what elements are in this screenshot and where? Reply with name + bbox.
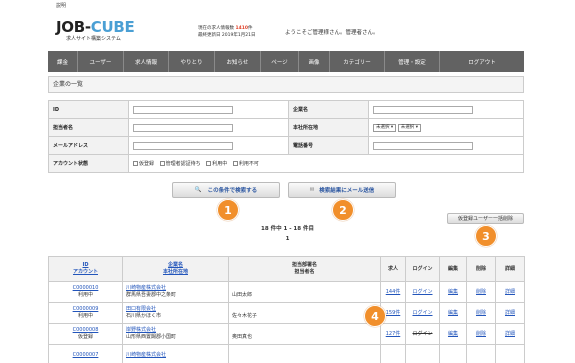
nav-pages[interactable]: ページ xyxy=(261,51,299,72)
nav-users[interactable]: ユーザー xyxy=(78,51,124,72)
row-company-link[interactable]: 岸野株式会社 xyxy=(126,327,156,333)
row-jobs-link[interactable]: 127件 xyxy=(386,331,401,337)
row-login-disabled: ログイン xyxy=(412,330,433,337)
person-input[interactable] xyxy=(133,123,233,132)
search-icon: 🔍 xyxy=(194,187,202,193)
row-delete-link[interactable]: 削除 xyxy=(476,289,486,295)
row-company-link[interactable]: 川崎物産株式会社 xyxy=(126,285,166,291)
table-row: C0000008 仮登録 岸野株式会社 山形県西置賜郡小国町 奥田真也 127件 ロ… xyxy=(48,323,525,345)
row-id-link[interactable]: C0000008 xyxy=(73,327,99,333)
row-edit-link[interactable]: 編集 xyxy=(448,289,458,295)
row-status: 利用中 xyxy=(77,292,93,298)
row-person: 奥田真也 xyxy=(228,323,381,345)
nav-categories[interactable]: カテゴリー xyxy=(330,51,385,72)
col-delete: 削除 xyxy=(466,256,496,282)
nav-jobs[interactable]: 求人情報 xyxy=(124,51,169,72)
row-company-link[interactable]: 田口有限会社 xyxy=(126,306,156,312)
person-label: 担当者名 xyxy=(48,118,129,137)
row-edit-link[interactable]: 編集 xyxy=(448,310,458,316)
row-delete-link[interactable]: 削除 xyxy=(476,331,486,337)
logo[interactable]: JOB-CUBE 求人サイト構築システム xyxy=(56,18,140,42)
job-count: 1410 xyxy=(235,26,248,31)
status-checkbox-disabled[interactable]: 利用不可 xyxy=(232,160,259,167)
id-label: ID xyxy=(48,100,129,119)
callout-badge-4: 4 xyxy=(364,305,386,327)
row-jobs-link[interactable]: 159件 xyxy=(386,310,401,316)
stats-panel: 現在の求人情報数 1410件 最終更新日 2019年1月21日 xyxy=(198,25,255,39)
email-input[interactable] xyxy=(133,141,233,150)
stats-label: 現在の求人情報数 xyxy=(198,26,234,31)
col-detail: 詳細 xyxy=(495,256,525,282)
row-jobs-link[interactable]: 144件 xyxy=(386,289,401,295)
location-select-2[interactable]: 未選択 ▾ xyxy=(397,123,421,132)
company-table: ID アカウント 企業名 本社所在地 担当部署名 担当者名 求人 ログイン 編集 削除… xyxy=(48,256,525,363)
bulk-delete-button[interactable]: 仮登録ユーザー一括削除 xyxy=(447,213,524,224)
row-detail-link[interactable]: 詳細 xyxy=(505,310,515,316)
search-form: ID 企業名 担当者名 本社所在地 未選択 ▾ 未選択 ▾ メールアドレス 電話… xyxy=(48,100,524,173)
row-company-link[interactable]: 川崎物産株式会社 xyxy=(126,352,166,358)
status-checkbox-pending[interactable]: 管理者認証待ち xyxy=(159,160,201,167)
table-row: C0000007 川崎物産株式会社 xyxy=(48,344,525,363)
row-detail-link[interactable]: 詳細 xyxy=(505,289,515,295)
id-input[interactable] xyxy=(133,105,233,114)
col-department: 担当部署名 担当者名 xyxy=(228,256,381,282)
page-tab-label: 説明 xyxy=(56,3,67,9)
result-count: 18 件中 1 - 18 件目 xyxy=(261,226,314,232)
section-title: 企業の一覧 xyxy=(48,76,524,93)
last-updated: 最終更新日 2019年1月21日 xyxy=(198,33,256,38)
row-address: 群馬県吾妻郡中之条町 xyxy=(126,292,177,298)
search-button[interactable]: 🔍 この条件で検索する xyxy=(172,182,280,198)
col-login: ログイン xyxy=(405,256,440,282)
nav-settings[interactable]: 管理・設定 xyxy=(385,51,440,72)
welcome-message: ようこそご管理様さん。管理者さん。 xyxy=(285,30,379,36)
row-status: 利用中 xyxy=(77,313,93,319)
row-delete-link[interactable]: 削除 xyxy=(476,310,486,316)
nav-billing[interactable]: 課金 xyxy=(48,51,78,72)
status-label: アカウント状態 xyxy=(48,154,129,173)
row-detail-link[interactable]: 詳細 xyxy=(505,331,515,337)
location-select-1[interactable]: 未選択 ▾ xyxy=(373,123,397,132)
row-status: 仮登録 xyxy=(77,334,93,340)
pagination-current[interactable]: 1 xyxy=(0,236,575,242)
nav-logout[interactable]: ログアウト xyxy=(440,51,524,72)
status-checkbox-provisional[interactable]: 仮登録 xyxy=(133,160,154,167)
location-label: 本社所在地 xyxy=(288,118,369,137)
company-input[interactable] xyxy=(373,105,473,114)
table-row: C0000010 利用中 川崎物産株式会社 群馬県吾妻郡中之条町 山田太郎 144件… xyxy=(48,281,525,303)
phone-input[interactable] xyxy=(373,141,473,150)
row-address: 石川県かほく市 xyxy=(126,313,162,319)
row-address: 山形県西置賜郡小国町 xyxy=(126,334,177,340)
nav-messages[interactable]: やりとり xyxy=(169,51,215,72)
table-row: C0000009 利用中 田口有限会社 石川県かほく市 佐々木花子 159件 ログイ… xyxy=(48,302,525,324)
stats-unit: 件 xyxy=(247,26,253,31)
row-login-link[interactable]: ログイン xyxy=(412,289,432,295)
col-id[interactable]: ID アカウント xyxy=(48,256,123,282)
logo-accent: CUBE xyxy=(90,18,135,36)
row-id-link[interactable]: C0000010 xyxy=(73,285,99,291)
table-header-row: ID アカウント 企業名 本社所在地 担当部署名 担当者名 求人 ログイン 編集 削除… xyxy=(48,256,525,282)
main-nav: 課金 ユーザー 求人情報 やりとり お知らせ ページ 画像 カテゴリー 管理・設… xyxy=(48,51,524,72)
row-id-link[interactable]: C0000007 xyxy=(73,352,99,358)
row-login-link[interactable]: ログイン xyxy=(412,310,432,316)
row-person: 佐々木花子 xyxy=(228,302,381,324)
mail-button[interactable]: ✉ 検索結果にメール送信 xyxy=(288,182,396,198)
logo-main: JOB- xyxy=(56,18,91,36)
row-edit-link[interactable]: 編集 xyxy=(448,331,458,337)
mail-icon: ✉ xyxy=(309,187,315,193)
col-company[interactable]: 企業名 本社所在地 xyxy=(122,256,229,282)
callout-badge-1: 1 xyxy=(217,199,239,221)
callout-badge-2: 2 xyxy=(332,199,354,221)
company-label: 企業名 xyxy=(288,100,369,119)
status-checkbox-active[interactable]: 利用中 xyxy=(206,160,227,167)
email-label: メールアドレス xyxy=(48,136,129,155)
logo-subtitle: 求人サイト構築システム xyxy=(66,36,121,42)
row-person: 山田太郎 xyxy=(228,281,381,303)
nav-images[interactable]: 画像 xyxy=(299,51,330,72)
col-edit: 編集 xyxy=(439,256,467,282)
phone-label: 電話番号 xyxy=(288,136,369,155)
col-jobs: 求人 xyxy=(380,256,406,282)
row-id-link[interactable]: C0000009 xyxy=(73,306,99,312)
nav-news[interactable]: お知らせ xyxy=(215,51,261,72)
